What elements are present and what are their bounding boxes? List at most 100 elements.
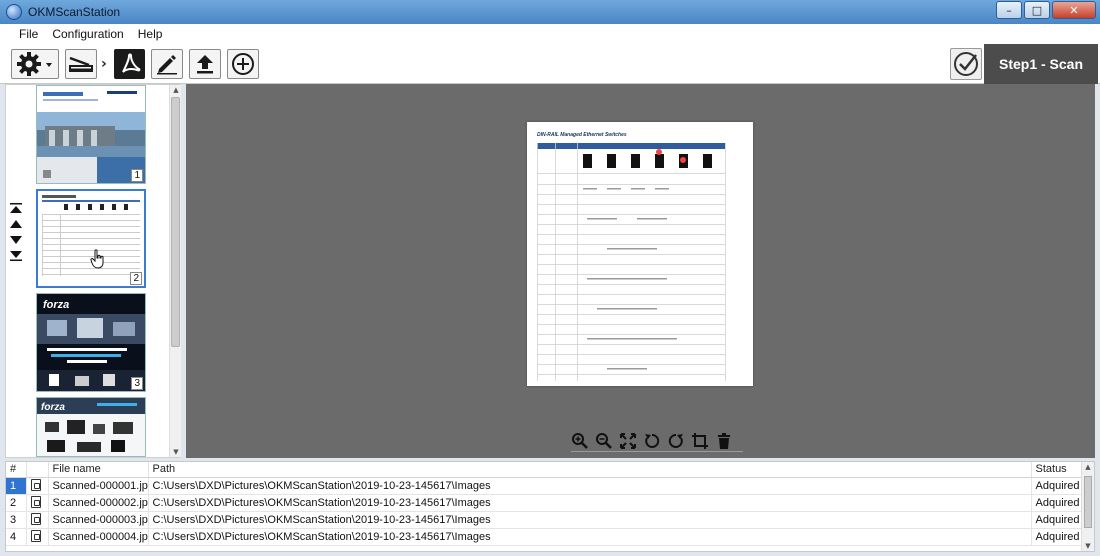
scanner-button[interactable] <box>65 49 97 79</box>
fit-button[interactable] <box>619 432 637 450</box>
image-viewer: DIN-RAIL Managed Ethernet Switches <box>186 84 1095 458</box>
rotate-right-icon <box>668 433 683 448</box>
scrollbar-thumb[interactable] <box>1084 476 1092 528</box>
page-number: 2 <box>130 272 142 285</box>
move-top-icon <box>10 203 22 213</box>
file-cell <box>26 528 49 546</box>
thumbnail-image: forza <box>37 294 145 391</box>
table-row[interactable]: 2 Scanned-000002.jpg C:\Users\DXD\Pictur… <box>6 494 1083 512</box>
thumbnail-page-4[interactable]: forza <box>36 397 146 457</box>
pdf-icon <box>121 53 140 73</box>
step-label: Step1 - Scan <box>984 44 1098 84</box>
upload-icon <box>197 55 213 74</box>
add-button[interactable] <box>227 49 259 79</box>
delete-button[interactable] <box>715 432 733 450</box>
check-circle-icon <box>954 52 978 76</box>
move-last-button[interactable] <box>9 250 23 262</box>
confirm-button[interactable] <box>950 48 982 80</box>
scrollbar-thumb[interactable] <box>171 97 180 347</box>
file-name: Scanned-000002.jpg <box>48 494 149 512</box>
thumbnail-page-2[interactable]: 2 <box>36 189 146 288</box>
fit-screen-icon <box>620 432 636 449</box>
scanner-icon <box>69 56 93 72</box>
chevron-right-icon: › <box>101 56 107 72</box>
scroll-up-icon[interactable]: ▲ <box>1082 462 1094 472</box>
pencil-icon <box>157 55 177 75</box>
page-number: 1 <box>131 169 143 182</box>
file-status: Adquired <box>1031 511 1083 529</box>
table-row[interactable]: 4 Scanned-000004.jpg C:\Users\DXD\Pictur… <box>6 528 1083 546</box>
row-number: 1 <box>6 477 27 495</box>
col-header-status[interactable]: Status <box>1031 462 1083 478</box>
thumbnail-panel: 1 2 forza 3 forza ▲ ▼ <box>5 84 181 458</box>
move-bottom-icon <box>10 251 22 261</box>
page-number: 3 <box>131 377 143 390</box>
zoom-in-icon <box>572 432 588 449</box>
rotate-right-button[interactable] <box>667 432 685 450</box>
file-status: Adquired <box>1031 528 1083 546</box>
table-scrollbar[interactable]: ▲ ▼ <box>1081 462 1094 551</box>
preview-page-heading: DIN-RAIL Managed Ethernet Switches <box>537 132 627 138</box>
move-up-button[interactable] <box>9 218 23 230</box>
menu-configuration[interactable]: Configuration <box>45 27 130 41</box>
move-first-button[interactable] <box>9 202 23 214</box>
plus-circle-icon <box>232 53 254 75</box>
scroll-up-icon[interactable]: ▲ <box>170 85 182 95</box>
table-header-row: # File name Path Status <box>6 462 1083 478</box>
edit-button[interactable] <box>151 49 183 79</box>
toolbar: › Step1 - Scan <box>0 44 1100 84</box>
col-header-icon <box>26 462 49 478</box>
menu-file[interactable]: File <box>12 27 45 41</box>
rotate-left-icon <box>645 433 660 448</box>
maximize-button[interactable]: □ <box>1024 1 1050 19</box>
settings-button[interactable] <box>11 49 59 79</box>
zoom-out-button[interactable] <box>595 432 613 450</box>
crop-button[interactable] <box>691 432 709 450</box>
scroll-down-icon[interactable]: ▼ <box>170 447 182 457</box>
move-down-icon <box>10 236 22 244</box>
thumbnail-image <box>37 86 145 183</box>
file-cell <box>26 477 49 495</box>
col-header-file-name[interactable]: File name <box>48 462 149 478</box>
svg-text:forza: forza <box>41 402 65 413</box>
title-bar: OKMScanStation – □ ✕ <box>0 0 1100 24</box>
table-row[interactable]: 3 Scanned-000003.jpg C:\Users\DXD\Pictur… <box>6 511 1083 529</box>
file-path: C:\Users\DXD\Pictures\OKMScanStation\201… <box>148 528 1032 546</box>
upload-button[interactable] <box>189 49 221 79</box>
preview-page: DIN-RAIL Managed Ethernet Switches <box>527 122 753 386</box>
minimize-button[interactable]: – <box>996 1 1022 19</box>
menu-bar: File Configuration Help <box>0 24 1100 44</box>
file-status: Adquired <box>1031 494 1083 512</box>
rotate-left-button[interactable] <box>643 432 661 450</box>
file-status: Adquired <box>1031 477 1083 495</box>
move-down-button[interactable] <box>9 234 23 246</box>
crop-icon <box>692 432 708 449</box>
file-table: # File name Path Status 1 Scanned-000001… <box>5 461 1095 552</box>
thumbnail-page-1[interactable]: 1 <box>36 85 146 184</box>
scroll-down-icon[interactable]: ▼ <box>1082 541 1094 551</box>
table-row[interactable]: 1 Scanned-000001.jpg C:\Users\DXD\Pictur… <box>6 477 1083 495</box>
window-title: OKMScanStation <box>28 5 121 19</box>
thumbnail-scrollbar[interactable]: ▲ ▼ <box>169 85 181 457</box>
file-name: Scanned-000001.jpg <box>48 477 149 495</box>
col-header-path[interactable]: Path <box>148 462 1032 478</box>
window-controls: – □ ✕ <box>996 1 1096 19</box>
file-cell <box>26 494 49 512</box>
row-number: 4 <box>6 528 27 546</box>
trash-icon <box>718 432 730 449</box>
file-icon <box>30 496 41 508</box>
thumbnail-page-3[interactable]: forza 3 <box>36 293 146 392</box>
move-up-icon <box>10 220 22 228</box>
file-path: C:\Users\DXD\Pictures\OKMScanStation\201… <box>148 494 1032 512</box>
file-path: C:\Users\DXD\Pictures\OKMScanStation\201… <box>148 477 1032 495</box>
zoom-in-button[interactable] <box>571 432 589 450</box>
close-button[interactable]: ✕ <box>1052 1 1096 19</box>
reorder-controls <box>9 202 25 262</box>
menu-help[interactable]: Help <box>131 27 170 41</box>
hand-cursor-icon <box>90 249 104 269</box>
row-number: 3 <box>6 511 27 529</box>
file-icon <box>30 513 41 525</box>
svg-text:forza: forza <box>43 299 69 311</box>
pdf-button[interactable] <box>114 49 145 79</box>
col-header-number[interactable]: # <box>6 462 27 478</box>
